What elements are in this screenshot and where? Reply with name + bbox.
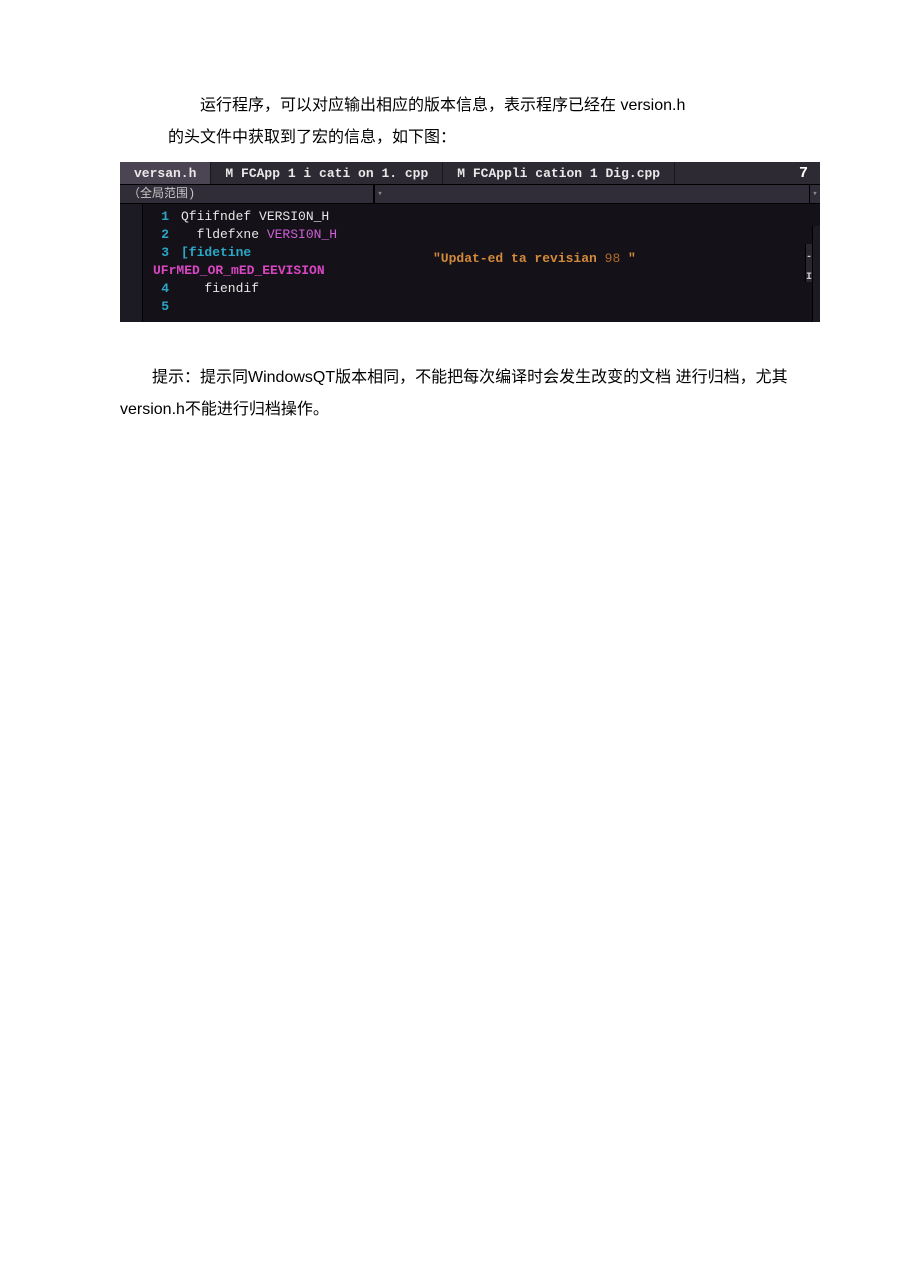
code-string-overlay: "Updat-ed ta revisian 98 " bbox=[433, 246, 636, 272]
code-token: [fidetine bbox=[181, 244, 251, 262]
code-column: 1Qfiifndef VERSI0N_H2 fldefxne VERSI0N_H… bbox=[143, 204, 820, 322]
code-token: Qfiifndef bbox=[181, 208, 259, 226]
paragraph-intro-line1: 运行程序，可以对应输出相应的版本信息，表示程序已经在 version.h bbox=[168, 90, 800, 122]
scope-bar: （全局范围) ▾ ▾ bbox=[120, 185, 820, 204]
tabbar-right-indicator: 7 bbox=[787, 162, 820, 184]
overlay-prefix: "Updat-ed ta revisian bbox=[433, 251, 605, 266]
code-token: fldefxne bbox=[181, 226, 267, 244]
code-token: VERSI0N_H bbox=[259, 208, 329, 226]
line-number: 4 bbox=[153, 280, 169, 298]
vertical-scrollbar[interactable] bbox=[812, 226, 820, 322]
line-number: 5 bbox=[153, 298, 169, 316]
code-editor: 1Qfiifndef VERSI0N_H2 fldefxne VERSI0N_H… bbox=[120, 204, 820, 322]
editor-tabbar: versan.h M FCApp 1 i cati on 1. cpp M FC… bbox=[120, 162, 820, 185]
tab-mfcapp-dig-cpp[interactable]: M FCAppli cation 1 Dig.cpp bbox=[443, 162, 675, 184]
code-token: fiendif bbox=[181, 280, 259, 298]
code-line: 2 fldefxne VERSI0N_H bbox=[153, 226, 820, 244]
line-number: 3 bbox=[153, 244, 169, 262]
code-line: 4 fiendif bbox=[153, 280, 820, 298]
overlay-number: 98 bbox=[605, 251, 621, 266]
line-number: 1 bbox=[153, 208, 169, 226]
document-page: 运行程序，可以对应输出相应的版本信息，表示程序已经在 version.h 的头文… bbox=[0, 0, 920, 466]
code-line: 5 bbox=[153, 298, 820, 316]
line-number: 2 bbox=[153, 226, 169, 244]
chevron-down-icon[interactable]: ▾ bbox=[374, 185, 385, 203]
ide-screenshot: versan.h M FCApp 1 i cati on 1. cpp M FC… bbox=[120, 162, 820, 322]
code-token: VERSI0N_H bbox=[267, 226, 337, 244]
tab-version-h[interactable]: versan.h bbox=[120, 162, 211, 184]
overlay-suffix: " bbox=[620, 251, 636, 266]
paragraph-tip: 提示：提示同WindowsQT版本相同，不能把每次编译时会发生改变的文档 进行归… bbox=[120, 362, 800, 426]
tab-mfcapp-cpp[interactable]: M FCApp 1 i cati on 1. cpp bbox=[211, 162, 443, 184]
chevron-down-icon[interactable]: ▾ bbox=[809, 185, 820, 203]
editor-margin bbox=[120, 204, 143, 322]
scope-dropdown[interactable]: （全局范围) bbox=[120, 185, 374, 203]
paragraph-intro-line2: 的头文件中获取到了宏的信息，如下图： bbox=[168, 122, 800, 154]
code-line: 1 Qfiifndef VERSI0N_H bbox=[153, 208, 820, 226]
